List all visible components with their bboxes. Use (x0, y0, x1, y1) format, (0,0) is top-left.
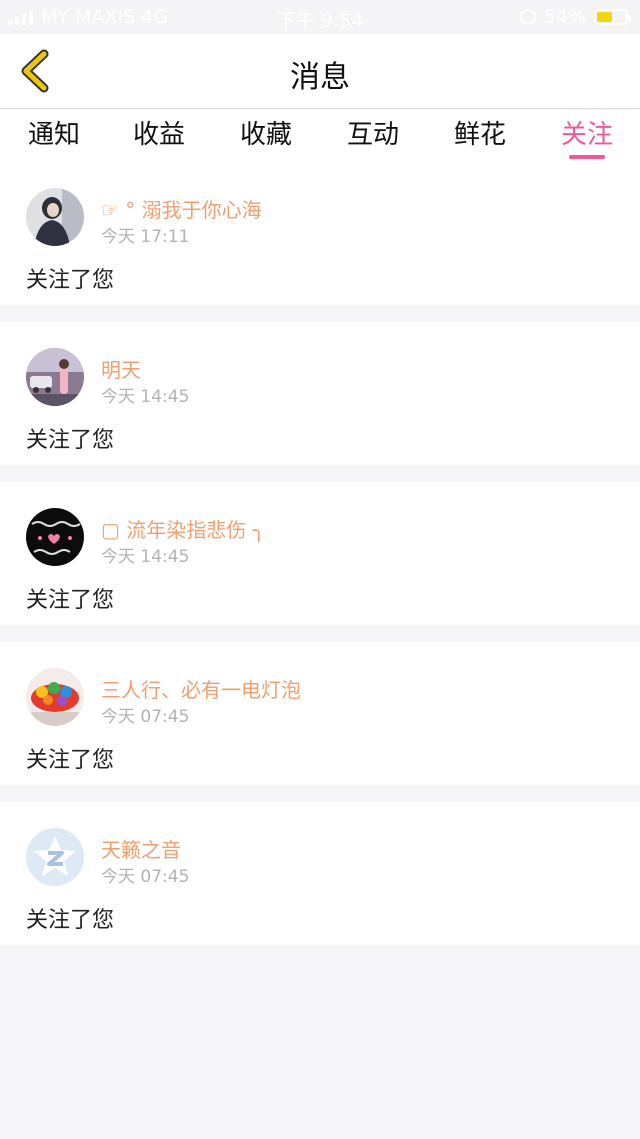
notification-item[interactable]: 天籁之音 今天 07:45 关注了您 (0, 802, 640, 945)
notification-message: 关注了您 (26, 588, 115, 613)
tab-active-indicator (569, 155, 605, 159)
tab-label: 鲜花 (453, 120, 506, 150)
user-name[interactable]: 明天 (101, 354, 141, 383)
nav-bar: 消息 (0, 34, 640, 109)
timestamp: 今天 14:45 (101, 547, 190, 567)
tab-label: 通知 (27, 120, 80, 150)
avatar[interactable] (26, 508, 84, 566)
notification-message: 关注了您 (26, 908, 115, 933)
timestamp: 今天 07:45 (101, 867, 190, 887)
user-name[interactable]: 三人行、必有一电灯泡 (101, 674, 301, 703)
battery-icon (594, 9, 631, 25)
user-name[interactable]: 天籁之音 (101, 834, 181, 863)
timestamp: 今天 07:45 (101, 707, 190, 727)
notification-message: 关注了您 (26, 748, 115, 773)
notification-item[interactable]: 三人行、必有一电灯泡 今天 07:45 关注了您 (0, 642, 640, 785)
tab-label: 互动 (346, 120, 399, 150)
notification-message: 关注了您 (26, 428, 115, 453)
tab-label: 收益 (132, 120, 185, 150)
tab-notice[interactable]: 通知 (0, 114, 108, 151)
tab-favorites[interactable]: 收藏 (212, 114, 320, 151)
user-name[interactable]: ☞ ° 溺我于你心海 (101, 194, 262, 223)
avatar[interactable] (26, 188, 84, 246)
tab-earnings[interactable]: 收益 (105, 114, 213, 151)
notification-item[interactable]: ☞ ° 溺我于你心海 今天 17:11 关注了您 (0, 162, 640, 305)
tab-label: 收藏 (239, 120, 292, 150)
status-bar: MY MAXIS 4G 下午 9:54 54% (0, 0, 640, 34)
battery-percent: 54% (543, 6, 586, 28)
avatar[interactable] (26, 668, 84, 726)
avatar[interactable] (26, 348, 84, 406)
tab-interactions[interactable]: 互动 (319, 114, 427, 151)
notification-message: 关注了您 (26, 268, 115, 293)
battery-fill (597, 12, 613, 22)
user-name[interactable]: ▢ 流年染指悲伤 ╮ (101, 514, 265, 543)
tab-following[interactable]: 关注 (533, 114, 640, 159)
tab-label: 关注 (560, 120, 613, 150)
notification-item[interactable]: 明天 今天 14:45 关注了您 (0, 322, 640, 465)
page-title: 消息 (290, 60, 350, 95)
timestamp: 今天 14:45 (101, 387, 190, 407)
tab-flowers[interactable]: 鲜花 (426, 114, 534, 151)
notification-list: ☞ ° 溺我于你心海 今天 17:11 关注了您 明天 今天 14:45 关注了… (0, 162, 640, 962)
notification-item[interactable]: ▢ 流年染指悲伤 ╮ 今天 14:45 关注了您 (0, 482, 640, 625)
timestamp: 今天 17:11 (101, 227, 190, 247)
tab-bar: 通知 收益 收藏 互动 鲜花 关注 (0, 110, 640, 162)
alarm-icon (519, 9, 536, 25)
avatar[interactable] (26, 828, 84, 886)
status-bar-right: 54% (519, 6, 631, 28)
